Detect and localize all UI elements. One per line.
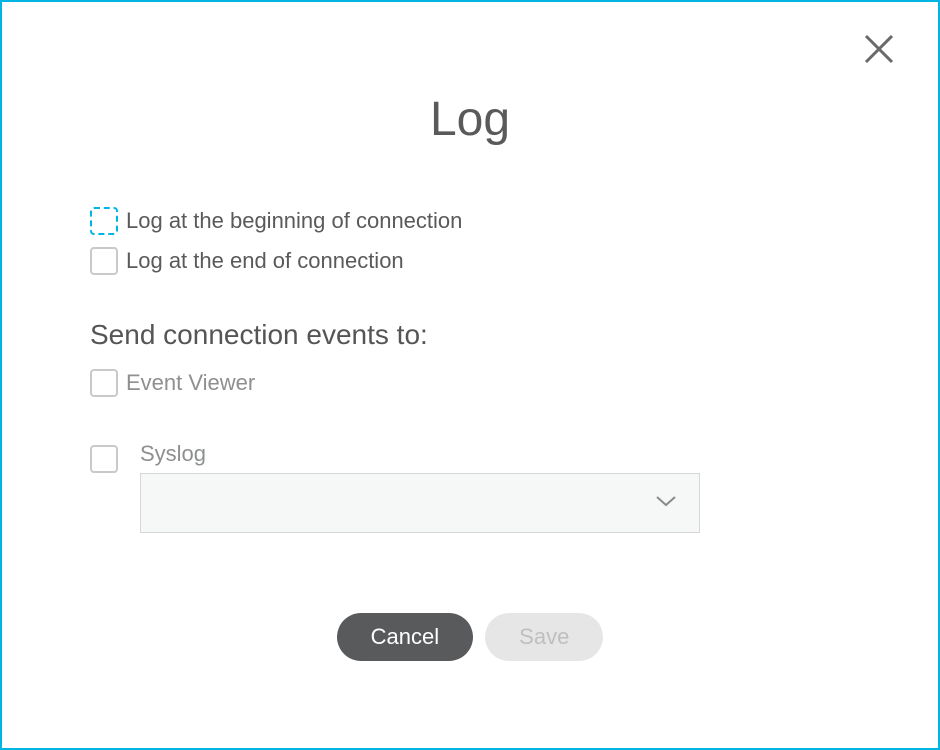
event-viewer-row: Event Viewer — [90, 369, 850, 397]
log-end-label: Log at the end of connection — [126, 248, 404, 274]
close-icon — [862, 53, 896, 70]
log-begin-checkbox[interactable] — [90, 207, 118, 235]
log-end-row: Log at the end of connection — [90, 247, 850, 275]
dialog-title: Log — [90, 92, 850, 147]
syslog-dropdown[interactable] — [140, 473, 700, 533]
syslog-checkbox[interactable] — [90, 445, 118, 473]
syslog-label: Syslog — [140, 441, 700, 467]
close-button[interactable] — [862, 32, 896, 71]
send-events-heading: Send connection events to: — [90, 319, 850, 351]
cancel-button[interactable]: Cancel — [337, 613, 473, 661]
log-begin-row: Log at the beginning of connection — [90, 207, 850, 235]
save-button: Save — [485, 613, 603, 661]
syslog-right: Syslog — [140, 441, 700, 533]
event-viewer-checkbox[interactable] — [90, 369, 118, 397]
dialog-content: Log Log at the beginning of connection L… — [2, 2, 938, 661]
event-viewer-label: Event Viewer — [126, 370, 255, 396]
button-row: Cancel Save — [90, 613, 850, 661]
log-begin-label: Log at the beginning of connection — [126, 208, 462, 234]
chevron-down-icon — [655, 494, 677, 513]
log-end-checkbox[interactable] — [90, 247, 118, 275]
syslog-area: Syslog — [90, 441, 850, 533]
